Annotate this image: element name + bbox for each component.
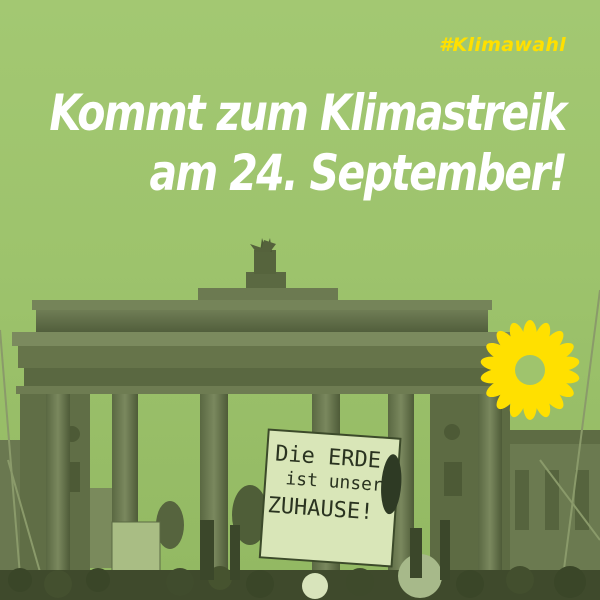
headline-line-1: Kommt zum Klimastreik (49, 84, 568, 142)
campaign-poster: Die ERDE ist unser ZUHAUSE! #Klimawahl K… (0, 0, 600, 600)
sign-line-2: ist unser (284, 468, 384, 497)
hashtag-label: #Klimawahl (438, 34, 566, 56)
sunflower-logo-icon (480, 320, 580, 420)
headline-line-2: am 24. September! (149, 144, 567, 202)
protest-sign: Die ERDE ist unser ZUHAUSE! (265, 441, 400, 526)
